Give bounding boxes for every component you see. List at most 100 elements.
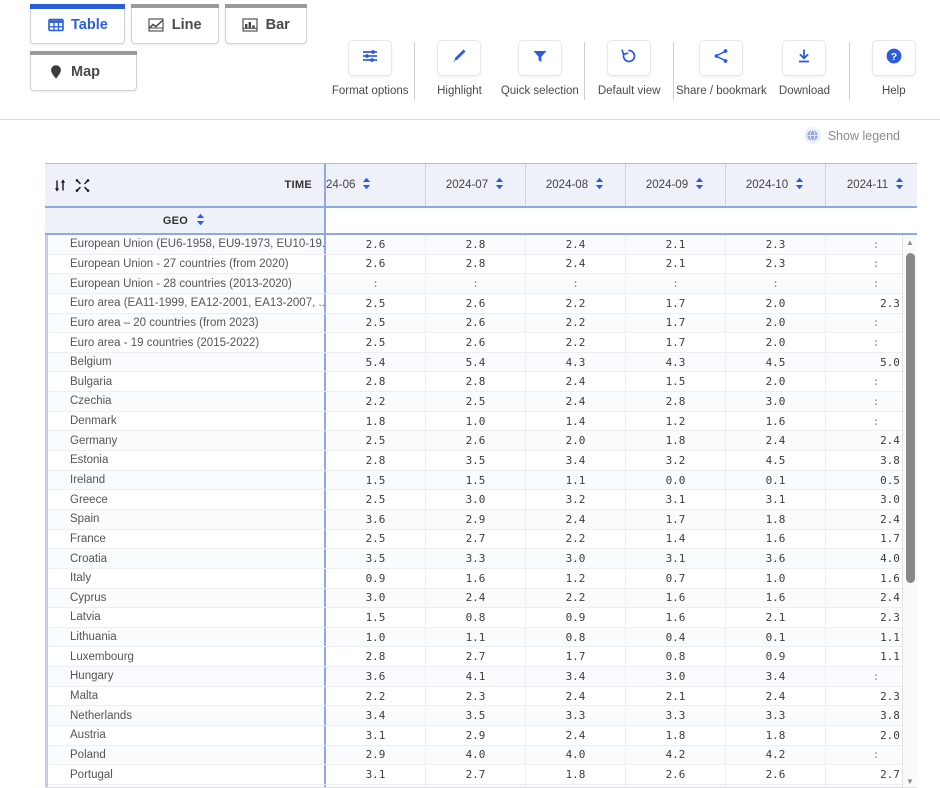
default-view-button[interactable]: Default view — [589, 40, 669, 97]
table-row[interactable]: Malta2.22.32.42.12.42.3(e) — [48, 687, 917, 707]
table-cell: 2.4 — [526, 235, 626, 254]
cell-value: 1.8 — [766, 513, 786, 526]
tab-table-label: Table — [71, 17, 108, 33]
cell-value: 1.6 — [666, 591, 686, 604]
sort-toggle-icon — [894, 177, 905, 193]
quick-selection-button[interactable]: Quick selection — [500, 40, 580, 97]
cell-value: 3.6 — [366, 513, 386, 526]
table-cell: 2.9 — [326, 746, 426, 765]
time-dimension-label: TIME — [285, 179, 312, 191]
cell-value: 2.2 — [566, 591, 586, 604]
cell-value: 2.3 — [466, 690, 486, 703]
table-cell: 2.0 — [726, 372, 826, 391]
cell-value: 0.1 — [766, 474, 786, 487]
table-header-corner: TIME — [45, 164, 326, 206]
table-row[interactable]: European Union - 27 countries (from 2020… — [48, 255, 917, 275]
show-legend-label: Show legend — [828, 129, 900, 143]
cell-value: 2.5 — [366, 493, 386, 506]
table-cell: 2.6 — [426, 333, 526, 352]
tab-bar[interactable]: Bar — [225, 4, 307, 44]
cell-value: 1.0 — [466, 415, 486, 428]
table-cell: 1.6 — [726, 589, 826, 608]
cell-value: 1.6 — [766, 591, 786, 604]
column-header-2024-08[interactable]: 2024-08 — [526, 164, 626, 206]
table-row[interactable]: Germany2.52.62.01.82.42.4(e) — [48, 431, 917, 451]
scroll-up-icon[interactable]: ▲ — [903, 235, 917, 249]
view-tabs: Table Line Bar Map — [30, 4, 320, 91]
table-row[interactable]: Denmark1.81.01.41.21.6: — [48, 412, 917, 432]
cell-value: 3.5 — [466, 454, 486, 467]
table-row[interactable]: Ireland1.51.51.10.00.10.5(e) — [48, 471, 917, 491]
column-header-2024-07[interactable]: 2024-07 — [426, 164, 526, 206]
table-row[interactable]: Latvia1.50.80.91.62.12.3(e) — [48, 608, 917, 628]
table-row[interactable]: Lithuania1.01.10.80.40.11.1(e) — [48, 628, 917, 648]
tab-line[interactable]: Line — [131, 4, 219, 44]
table-row[interactable]: Euro area - 19 countries (2015-2022)2.52… — [48, 333, 917, 353]
highlight-button[interactable]: Highlight — [419, 40, 499, 97]
cell-value: 2.6 — [466, 316, 486, 329]
cell-value: 2.6 — [766, 768, 786, 781]
table-row[interactable]: Euro area – 20 countries (from 2023)2.52… — [48, 314, 917, 334]
row-geo-label: European Union - 27 countries (from 2020… — [48, 255, 326, 274]
table-row[interactable]: Spain3.62.92.41.71.82.4(e) — [48, 510, 917, 530]
toolbar-bottom-divider — [0, 119, 940, 120]
table-row[interactable]: Estonia2.83.53.43.24.53.8(e) — [48, 451, 917, 471]
table-row[interactable]: European Union - 28 countries (2013-2020… — [48, 274, 917, 294]
table-row[interactable]: Hungary3.64.13.43.03.4: — [48, 667, 917, 687]
table-cell: 2.5 — [326, 490, 426, 509]
geo-dimension-sort[interactable]: GEO — [45, 208, 326, 233]
format-options-button[interactable]: Format options — [330, 40, 410, 97]
expand-icon[interactable] — [75, 178, 90, 193]
column-header-2024-09[interactable]: 2024-09 — [626, 164, 726, 206]
table-cell: 2.8 — [426, 255, 526, 274]
tab-table[interactable]: Table — [30, 4, 125, 44]
cell-value: 2.6 — [466, 297, 486, 310]
cell-value: 2.4 — [880, 434, 900, 447]
row-geo-label: Bulgaria — [48, 372, 326, 391]
toolbar-divider-2 — [584, 42, 585, 100]
cell-value: 2.6 — [466, 336, 486, 349]
table-row[interactable]: Poland2.94.04.04.24.2: — [48, 746, 917, 766]
pen-icon — [449, 46, 469, 71]
table-row[interactable]: Cyprus3.02.42.21.61.62.4(e) — [48, 589, 917, 609]
tab-map[interactable]: Map — [30, 51, 137, 91]
help-button[interactable]: ? Help — [854, 40, 934, 97]
table-row[interactable]: Italy0.91.61.20.71.01.6(e) — [48, 569, 917, 589]
column-header-2024-10[interactable]: 2024-10 — [726, 164, 826, 206]
cell-value: 1.6 — [766, 415, 786, 428]
table-cell: : — [726, 274, 826, 293]
data-table: TIME 24-062024-072024-082024-092024-1020… — [45, 163, 917, 788]
column-header-24-06[interactable]: 24-06 — [326, 164, 426, 206]
table-row[interactable]: Netherlands3.43.53.33.33.33.8(e) — [48, 706, 917, 726]
show-legend-toggle[interactable]: Show legend — [0, 127, 900, 144]
cell-value: 3.2 — [566, 493, 586, 506]
download-button[interactable]: Download — [764, 40, 844, 97]
cell-value: 3.4 — [766, 670, 786, 683]
scrollbar-thumb[interactable] — [906, 253, 915, 583]
table-row[interactable]: Portugal3.12.71.82.62.62.7(e) — [48, 765, 917, 785]
table-cell: 2.8 — [326, 372, 426, 391]
table-row[interactable]: France2.52.72.21.41.61.7(e) — [48, 530, 917, 550]
share-bookmark-button[interactable]: Share / bookmark — [678, 40, 764, 97]
table-row[interactable]: Croatia3.53.33.03.13.64.0(e) — [48, 549, 917, 569]
table-row[interactable]: Luxembourg2.82.71.70.80.91.1(e) — [48, 647, 917, 667]
table-row[interactable]: Austria3.12.92.41.81.82.0(e) — [48, 726, 917, 746]
table-cell: 0.7 — [626, 569, 726, 588]
table-row[interactable]: Greece2.53.03.23.13.13.0(e) — [48, 490, 917, 510]
cell-value: : — [873, 316, 880, 329]
table-row[interactable]: Euro area (EA11-1999, EA12-2001, EA13-20… — [48, 294, 917, 314]
table-row[interactable]: Czechia2.22.52.42.83.0: — [48, 392, 917, 412]
vertical-scrollbar[interactable]: ▲ ▼ — [902, 235, 917, 788]
cell-value: : — [572, 277, 579, 290]
cell-value: 2.4 — [566, 395, 586, 408]
table-row[interactable]: Belgium5.45.44.34.34.55.0(e) — [48, 353, 917, 373]
table-row[interactable]: European Union (EU6-1958, EU9-1973, EU10… — [48, 235, 917, 255]
table-cell: 1.4 — [526, 412, 626, 431]
column-header-2024-11[interactable]: 2024-11 — [826, 164, 917, 206]
table-cell: 2.1 — [726, 608, 826, 627]
table-cell: 2.4 — [426, 589, 526, 608]
sort-icon[interactable] — [53, 178, 68, 193]
cell-value: 1.7 — [880, 532, 900, 545]
cell-value: 3.4 — [566, 454, 586, 467]
table-row[interactable]: Bulgaria2.82.82.41.52.0: — [48, 372, 917, 392]
